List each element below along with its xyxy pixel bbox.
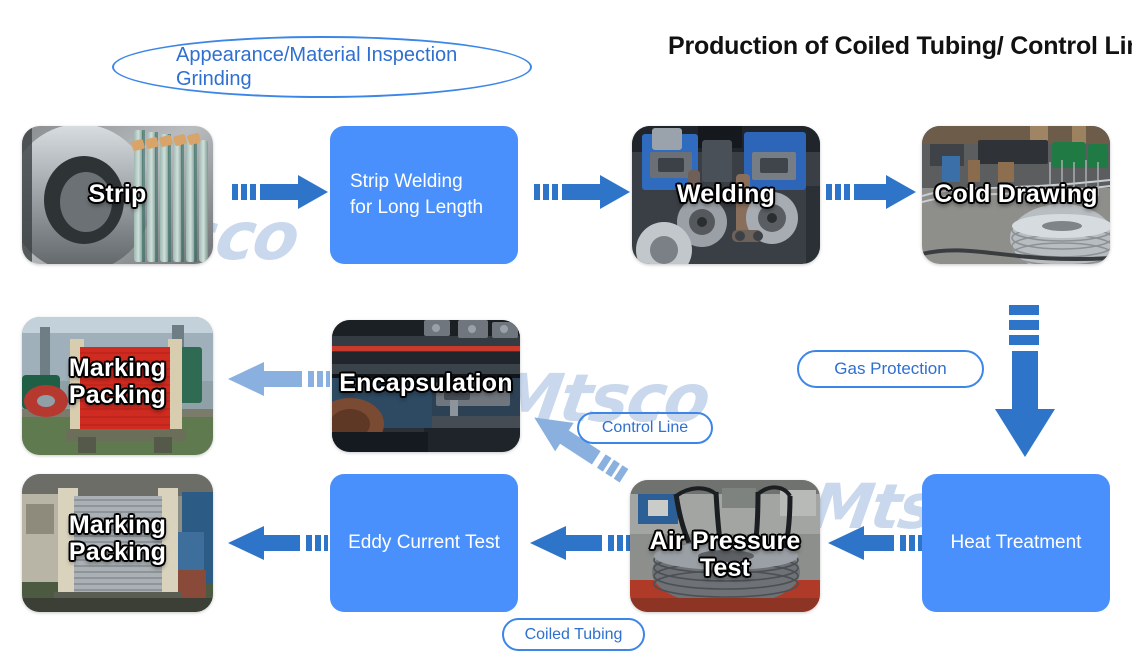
node-welding[interactable]: Welding bbox=[632, 126, 820, 264]
page-title: Production of Coiled Tubing/ Control Lin… bbox=[668, 32, 1132, 60]
node-strip-welding[interactable]: Strip Welding for Long Length bbox=[330, 126, 518, 264]
connector-strip-to-strip-welding bbox=[232, 175, 328, 209]
node-label-marking-packing-control-line: Marking Packing bbox=[22, 355, 213, 408]
node-label-heat-treatment: Heat Treatment bbox=[950, 532, 1082, 554]
node-marking-packing-coiled-tubing[interactable]: Marking Packing bbox=[22, 474, 213, 612]
callout-control-line: Control Line bbox=[577, 412, 713, 444]
connector-welding-to-cold-drawing bbox=[826, 175, 916, 209]
node-eddy-current-test[interactable]: Eddy Current Test bbox=[330, 474, 518, 612]
callout-inspection-line1: Appearance/Material Inspection bbox=[176, 43, 458, 66]
node-label-line2: Packing bbox=[68, 380, 167, 409]
node-label-air-pressure-test: Air Pressure Test bbox=[649, 527, 801, 582]
node-label-marking-packing-coiled-tubing: Marking Packing bbox=[22, 512, 213, 565]
connector-encapsulation-to-marking-packing bbox=[228, 362, 330, 396]
connector-eddy-current-test-to-marking-packing bbox=[228, 526, 328, 560]
callout-inspection-line2: Grinding bbox=[176, 68, 252, 90]
node-label-line1: Marking bbox=[68, 511, 167, 539]
node-marking-packing-control-line[interactable]: Marking Packing bbox=[22, 317, 213, 455]
node-label-encapsulation: Encapsulation bbox=[339, 369, 513, 397]
node-strip[interactable]: Strip bbox=[22, 126, 213, 264]
node-heat-treatment[interactable]: Heat Treatment bbox=[922, 474, 1110, 612]
node-air-pressure-test[interactable]: Air Pressure Test bbox=[630, 480, 820, 612]
connector-strip-welding-to-welding bbox=[534, 175, 630, 209]
node-label-strip-welding-line2: for Long Length bbox=[350, 197, 484, 218]
connector-cold-drawing-to-heat-treatment bbox=[995, 305, 1055, 457]
node-cold-drawing[interactable]: Cold Drawing bbox=[922, 126, 1110, 264]
flow-diagram-canvas: Mtsco Mtsco Mtsco Production of Coiled T… bbox=[0, 0, 1132, 664]
node-label-eddy-current-test: Eddy Current Test bbox=[348, 532, 500, 554]
node-label-line2: Packing bbox=[68, 537, 167, 566]
node-label-strip-welding-line1: Strip Welding bbox=[350, 171, 463, 193]
node-encapsulation[interactable]: Encapsulation bbox=[332, 320, 520, 452]
connector-heat-treatment-to-air-pressure-test bbox=[828, 526, 922, 560]
node-label-line1: Marking bbox=[68, 354, 167, 382]
connector-air-pressure-test-to-eddy-current-test bbox=[530, 526, 630, 560]
node-label-strip: Strip bbox=[88, 180, 147, 208]
node-label-cold-drawing: Cold Drawing bbox=[934, 180, 1098, 208]
callout-inspection-grinding: Appearance/Material Inspection Grinding bbox=[112, 36, 532, 98]
callout-coiled-tubing: Coiled Tubing bbox=[502, 618, 645, 651]
callout-gas-protection: Gas Protection bbox=[797, 350, 984, 388]
node-label-welding: Welding bbox=[676, 180, 776, 208]
